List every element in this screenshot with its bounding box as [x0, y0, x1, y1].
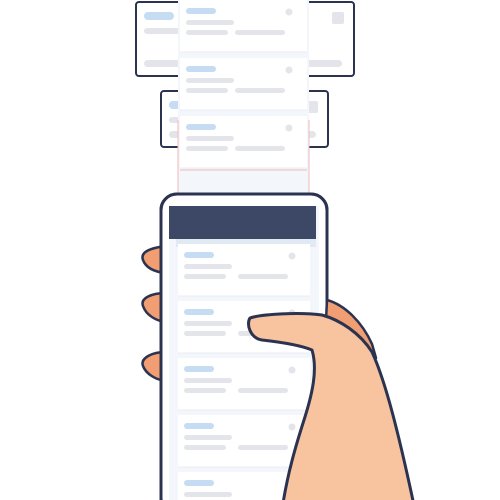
scroll-stream — [177, 0, 310, 196]
list-card-meta-pill — [235, 30, 285, 35]
list-card-text-pill — [184, 388, 226, 393]
list-card-text-pill — [186, 20, 234, 25]
list-card-dot — [288, 423, 296, 431]
list-card-bg — [180, 58, 307, 110]
list-card-bg — [178, 358, 310, 410]
list-card — [178, 244, 310, 297]
list-card — [180, 58, 307, 111]
list-card-text-pill — [184, 378, 232, 383]
list-card-meta-pill — [238, 445, 288, 450]
list-card-title-pill — [184, 480, 214, 486]
list-card-dot — [288, 252, 296, 260]
list-card-meta-pill — [238, 388, 288, 393]
list-card-title-pill — [184, 423, 214, 429]
list-card — [178, 358, 310, 411]
list-card-text-pill — [184, 435, 232, 440]
list-card-dot — [285, 124, 293, 132]
list-card — [180, 116, 307, 169]
list-card-title-pill — [186, 66, 216, 72]
list-card-meta-pill — [235, 88, 285, 93]
list-card-dot — [288, 366, 296, 374]
list-card-bg — [178, 415, 310, 467]
list-card-title-pill — [186, 8, 216, 14]
list-card-text-pill — [184, 492, 232, 497]
phone-header-bar — [169, 206, 316, 239]
list-card-text-pill — [186, 146, 228, 151]
floating-card-title-pill — [144, 12, 174, 20]
list-card-dot — [285, 66, 293, 74]
list-card-text-pill — [184, 321, 232, 326]
floating-card-icon-placeholder — [332, 12, 344, 24]
list-card-title-pill — [184, 366, 214, 372]
list-card-text-pill — [186, 88, 228, 93]
list-card-text-pill — [186, 136, 234, 141]
list-card-text-pill — [184, 274, 226, 279]
list-card-text-pill — [184, 445, 226, 450]
list-card-bg — [180, 0, 307, 52]
list-card-title-pill — [184, 252, 214, 258]
list-card-text-pill — [184, 264, 232, 269]
list-card-meta-pill — [238, 274, 288, 279]
list-card-text-pill — [184, 331, 226, 336]
list-card — [178, 415, 310, 468]
illustration-canvas — [135, 0, 415, 500]
list-card — [180, 0, 307, 53]
list-card-bg — [178, 244, 310, 296]
list-card-text-pill — [186, 78, 234, 83]
list-card-text-pill — [186, 30, 228, 35]
list-card-meta-pill — [235, 146, 285, 151]
list-card-title-pill — [184, 309, 214, 315]
list-card-title-pill — [186, 124, 216, 130]
list-card-dot — [285, 8, 293, 16]
list-card-bg — [180, 116, 307, 168]
